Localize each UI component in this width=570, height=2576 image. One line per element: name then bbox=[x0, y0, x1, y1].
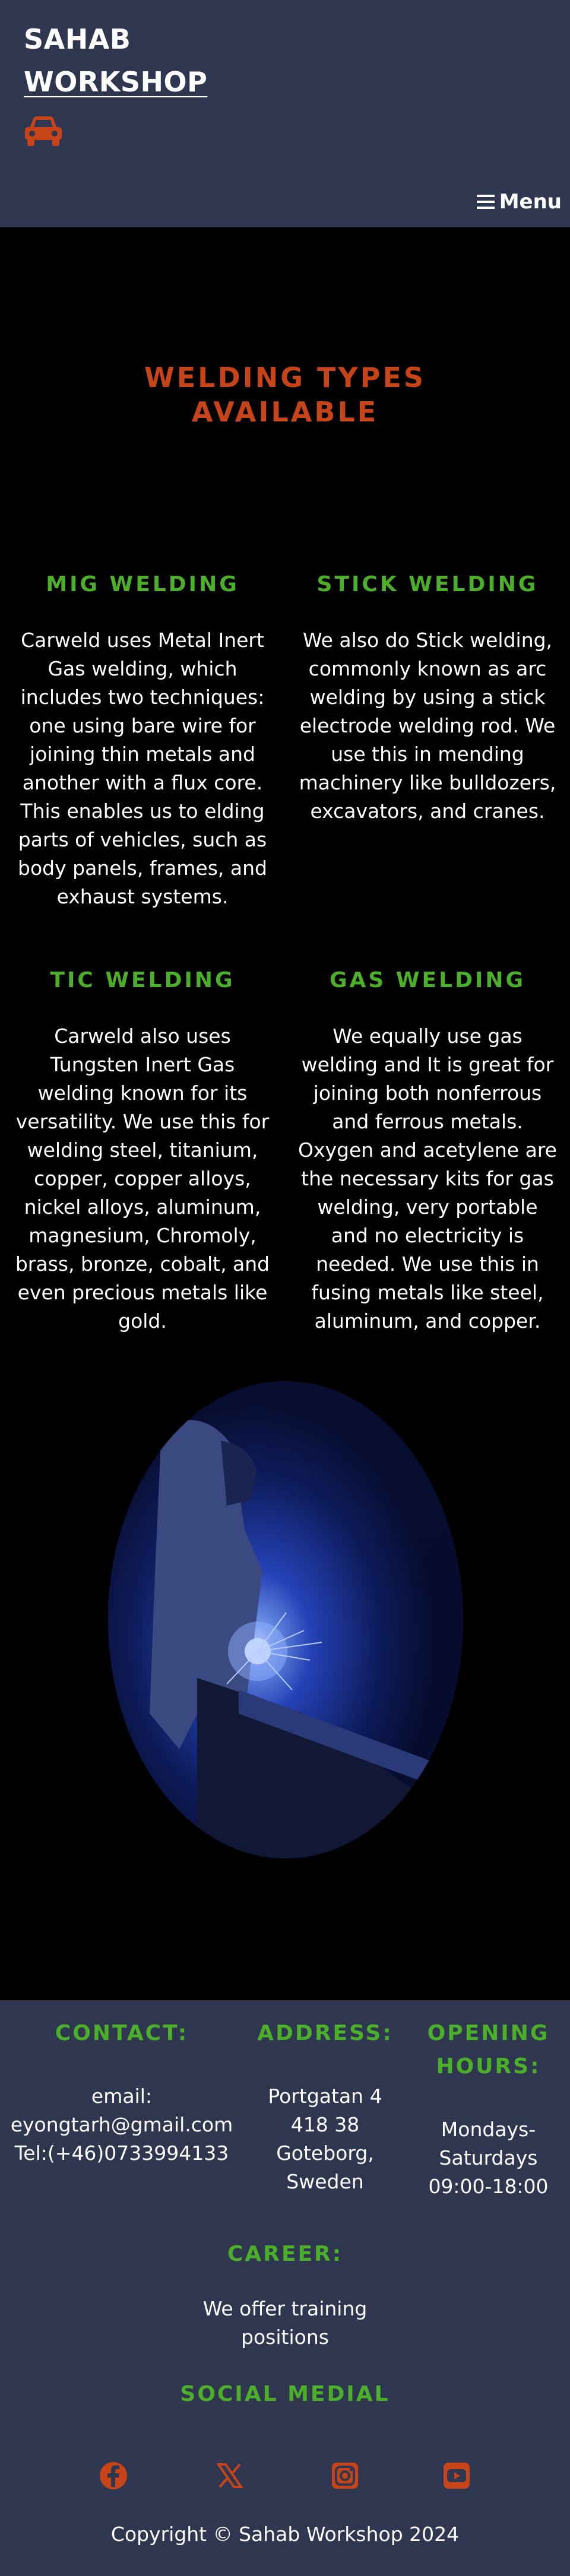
tic-welding-card: TIC WELDING Carweld also uses Tungsten I… bbox=[6, 967, 279, 1335]
site-header: SAHAB WORKSHOP Menu bbox=[0, 0, 570, 227]
site-footer: CONTACT: email: eyongtarh@gmail.com Tel:… bbox=[0, 2000, 570, 2576]
brand-line-2: WORKSHOP bbox=[24, 66, 208, 98]
youtube-icon[interactable] bbox=[442, 2461, 471, 2491]
welder-photo bbox=[108, 1381, 463, 1858]
gas-welding-title: GAS WELDING bbox=[329, 968, 526, 992]
copyright-text: Copyright © Sahab Workshop 2024 bbox=[110, 2523, 460, 2546]
menu-button[interactable]: Menu bbox=[476, 190, 562, 214]
brand-logo[interactable]: SAHAB WORKSHOP bbox=[24, 18, 261, 103]
career-title: CAREER: bbox=[227, 2242, 343, 2266]
stick-welding-text: We also do Stick welding, commonly known… bbox=[299, 629, 556, 823]
stick-welding-title: STICK WELDING bbox=[316, 572, 539, 597]
career-section: CAREER: We offer training positions bbox=[0, 2238, 570, 2352]
tic-welding-text: Carweld also uses Tungsten Inert Gas wel… bbox=[15, 1024, 270, 1333]
hours-text: Mondays-Saturdays 09:00-18:00 bbox=[428, 2118, 549, 2198]
hamburger-icon bbox=[476, 195, 495, 209]
gas-welding-card: GAS WELDING We equally use gas welding a… bbox=[291, 967, 564, 1335]
contact-title: CONTACT: bbox=[55, 2021, 189, 2045]
brand-line-1: SAHAB bbox=[24, 23, 131, 55]
section-title-line-1: WELDING TYPES bbox=[144, 361, 426, 394]
section-title: WELDING TYPES AVAILABLE bbox=[0, 360, 570, 429]
instagram-icon[interactable] bbox=[330, 2461, 360, 2491]
welding-types-section: WELDING TYPES AVAILABLE MIG WELDING Carw… bbox=[0, 227, 570, 2000]
facebook-icon[interactable] bbox=[99, 2461, 128, 2491]
address-title: ADDRESS: bbox=[257, 2021, 393, 2045]
mig-welding-text: Carweld uses Metal Inert Gas welding, wh… bbox=[18, 629, 267, 908]
career-text: We offer training positions bbox=[202, 2297, 368, 2349]
mig-welding-card: MIG WELDING Carweld uses Metal Inert Gas… bbox=[6, 572, 279, 911]
hours-column: OPENING HOURS: Mondays-Saturdays 09:00-1… bbox=[416, 2017, 561, 2201]
mig-welding-title: MIG WELDING bbox=[46, 572, 239, 597]
menu-label: Menu bbox=[499, 190, 562, 214]
welder-illustration bbox=[108, 1381, 463, 1858]
contact-email[interactable]: email: eyongtarh@gmail.com bbox=[0, 2082, 243, 2139]
x-icon[interactable] bbox=[215, 2461, 245, 2491]
social-icons bbox=[0, 2461, 570, 2496]
contact-phone[interactable]: Tel:(+46)0733994133 bbox=[0, 2139, 243, 2168]
car-icon bbox=[25, 116, 62, 146]
social-section: SOCIAL MEDIAL bbox=[0, 2378, 570, 2411]
section-title-line-2: AVAILABLE bbox=[191, 396, 379, 428]
address-column: ADDRESS: Portgatan 4 418 38 Goteborg, Sw… bbox=[243, 2017, 407, 2196]
hours-title: OPENING HOURS: bbox=[427, 2021, 550, 2079]
stick-welding-card: STICK WELDING We also do Stick welding, … bbox=[291, 572, 564, 826]
social-title: SOCIAL MEDIAL bbox=[180, 2382, 390, 2406]
contact-column: CONTACT: email: eyongtarh@gmail.com Tel:… bbox=[0, 2017, 243, 2168]
address-text: Portgatan 4 418 38 Goteborg, Sweden bbox=[268, 2085, 382, 2193]
gas-welding-text: We equally use gas welding and It is gre… bbox=[298, 1024, 557, 1333]
tic-welding-title: TIC WELDING bbox=[50, 968, 235, 992]
